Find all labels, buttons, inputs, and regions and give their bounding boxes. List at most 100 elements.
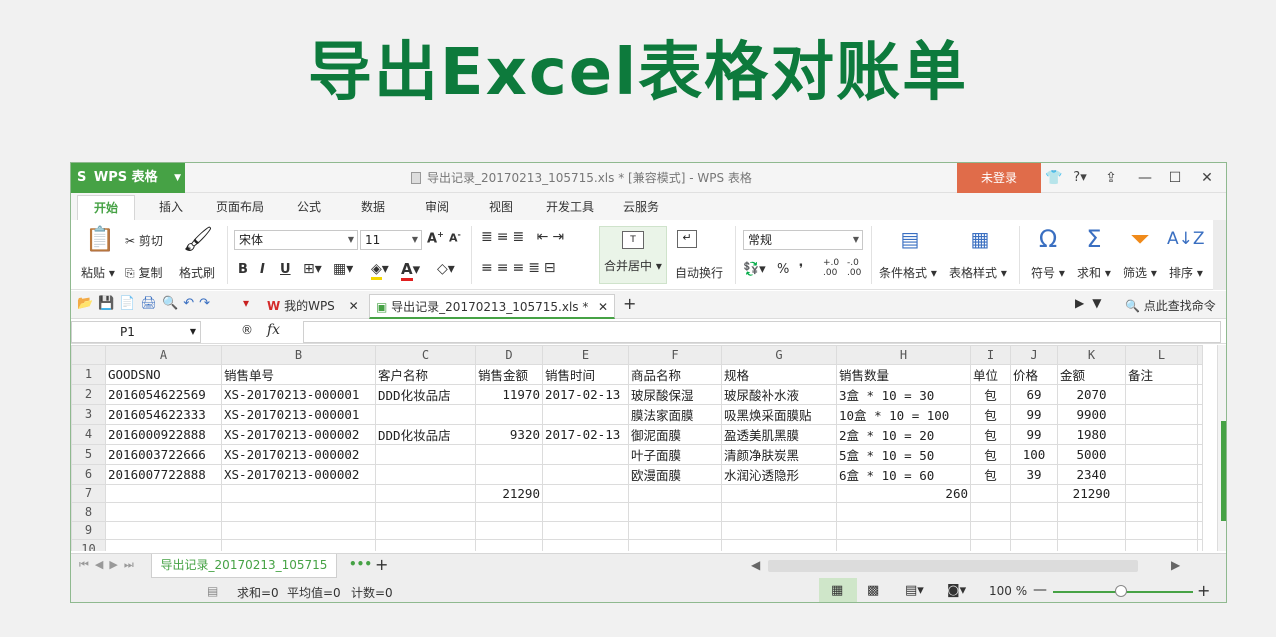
login-button[interactable]: 未登录 [957, 163, 1041, 193]
cell[interactable]: 100 [1010, 443, 1058, 465]
cell[interactable] [542, 502, 629, 522]
tab-page-layout[interactable]: 页面布局 [207, 195, 273, 220]
upload-icon[interactable]: ⇪ [1099, 163, 1123, 193]
tab-insert[interactable]: 插入 [143, 195, 199, 220]
cell[interactable] [542, 463, 629, 485]
cell[interactable]: 御泥面膜 [628, 423, 722, 445]
doc-tab-my-wps[interactable]: W 我的WPS ✕ [263, 294, 367, 319]
number-format-select[interactable]: 常规 ▼ [743, 230, 863, 250]
table-style-icon[interactable]: ▦ [963, 226, 997, 252]
cell[interactable]: 10盒 * 10 = 100 [836, 403, 971, 425]
cell[interactable] [221, 502, 376, 522]
sort-az-icon[interactable]: A↓Z [1167, 226, 1205, 252]
tab-home[interactable]: 开始 [77, 195, 135, 220]
row-header[interactable]: 5 [71, 443, 106, 465]
hscroll-left-icon[interactable]: ◀ [751, 558, 760, 572]
cell[interactable]: 备注 [1125, 363, 1198, 385]
tab-tool-icons[interactable]: ▶▼ [1075, 296, 1109, 310]
cell[interactable]: 2016007722888 [105, 463, 222, 485]
sheet-tab[interactable]: 导出记录_20170213_105715 [151, 554, 337, 578]
cell[interactable] [836, 502, 971, 522]
column-header[interactable]: B [221, 345, 376, 365]
column-header[interactable]: I [970, 345, 1011, 365]
row-header[interactable]: 6 [71, 463, 106, 485]
close-button[interactable]: ✕ [1195, 163, 1219, 193]
format-painter-button[interactable]: 格式刷 [179, 264, 215, 281]
horizontal-align-icons[interactable]: ≡≡≡≣⊟ [481, 260, 560, 276]
cell[interactable]: 包 [970, 383, 1011, 405]
cell[interactable]: DDD化妆品店 [375, 383, 476, 405]
cell[interactable] [970, 539, 1011, 551]
clear-format-icon[interactable]: ◇▾ [437, 261, 455, 277]
symbol-button[interactable]: 符号 ▾ [1031, 264, 1065, 281]
cell[interactable] [1010, 539, 1058, 551]
cut-button[interactable]: ✂ 剪切 [125, 232, 163, 249]
cell[interactable] [1125, 443, 1198, 465]
page-layout-view-icon[interactable]: ▤▾ [905, 583, 924, 598]
cell[interactable]: 2340 [1057, 463, 1126, 485]
row-header[interactable]: 4 [71, 423, 106, 445]
cell[interactable] [542, 483, 629, 503]
cell[interactable] [628, 502, 722, 522]
cell[interactable]: 21290 [475, 483, 543, 503]
cell[interactable]: 包 [970, 403, 1011, 425]
cell[interactable] [105, 539, 222, 551]
column-header[interactable]: C [375, 345, 476, 365]
cell[interactable] [1197, 443, 1203, 465]
help-button[interactable]: ?▾ [1067, 163, 1093, 193]
close-tab-icon[interactable]: ✕ [349, 299, 359, 313]
cell[interactable]: 清颜净肤炭黑 [721, 443, 837, 465]
cell[interactable]: 9900 [1057, 403, 1126, 425]
zoom-formula-icon[interactable]: ® [241, 323, 253, 337]
tab-developer[interactable]: 开发工具 [537, 195, 603, 220]
cell[interactable] [375, 463, 476, 485]
cell[interactable] [1125, 423, 1198, 445]
cell[interactable] [628, 483, 722, 503]
cell[interactable]: 包 [970, 463, 1011, 485]
cell[interactable] [1057, 502, 1126, 522]
cell[interactable] [221, 483, 376, 503]
cell[interactable]: 销售数量 [836, 363, 971, 385]
cell[interactable] [105, 520, 222, 540]
reading-mode-icon[interactable]: ◙▾ [947, 583, 966, 598]
cell[interactable]: 5盒 * 10 = 50 [836, 443, 971, 465]
cell[interactable] [1197, 502, 1203, 522]
cell[interactable] [1197, 403, 1203, 425]
border-icon[interactable]: ⊞▾ [303, 261, 322, 277]
currency-icon[interactable]: 💱▾ [743, 262, 766, 277]
cell[interactable]: XS-20170213-000001 [221, 403, 376, 425]
cell[interactable]: 2016054622333 [105, 403, 222, 425]
cell[interactable] [1197, 520, 1203, 540]
cell[interactable] [1010, 520, 1058, 540]
column-header[interactable]: D [475, 345, 543, 365]
table-style-button[interactable]: 表格样式 ▾ [949, 264, 1007, 281]
cell[interactable] [1125, 539, 1198, 551]
cell[interactable] [221, 539, 376, 551]
tab-cloud[interactable]: 云服务 [613, 195, 669, 220]
cell[interactable] [475, 539, 543, 551]
sort-button[interactable]: 排序 ▾ [1169, 264, 1203, 281]
cell[interactable]: 玻尿酸保湿 [628, 383, 722, 405]
hscroll-right-icon[interactable]: ▶ [1171, 558, 1180, 572]
cell[interactable]: 2016000922888 [105, 423, 222, 445]
wrap-text-button[interactable]: 自动换行 [675, 264, 723, 281]
column-header[interactable]: A [105, 345, 222, 365]
row-header[interactable]: 10 [71, 539, 106, 551]
wps-app-menu-button[interactable]: S WPS 表格 ▼ [71, 163, 185, 193]
cell[interactable] [475, 520, 543, 540]
cell[interactable]: 2017-02-13 [542, 383, 629, 405]
cell[interactable] [1197, 539, 1203, 551]
increase-decimal-icon[interactable]: +.0.00 [823, 258, 839, 278]
brush-icon[interactable]: 🖌 [181, 226, 215, 252]
cell[interactable]: 6盒 * 10 = 60 [836, 463, 971, 485]
cell[interactable] [1125, 463, 1198, 485]
cell[interactable] [1010, 483, 1058, 503]
quick-access-icons[interactable]: 📂💾📄🖨🔍↶↷ [77, 296, 215, 311]
cell[interactable]: 客户名称 [375, 363, 476, 385]
ribbon-scroll[interactable] [1213, 220, 1226, 290]
paste-button[interactable]: 粘贴 ▾ [81, 264, 115, 281]
cell[interactable]: 2016003722666 [105, 443, 222, 465]
cell[interactable]: 99 [1010, 423, 1058, 445]
cell[interactable]: 包 [970, 423, 1011, 445]
cell[interactable] [836, 520, 971, 540]
